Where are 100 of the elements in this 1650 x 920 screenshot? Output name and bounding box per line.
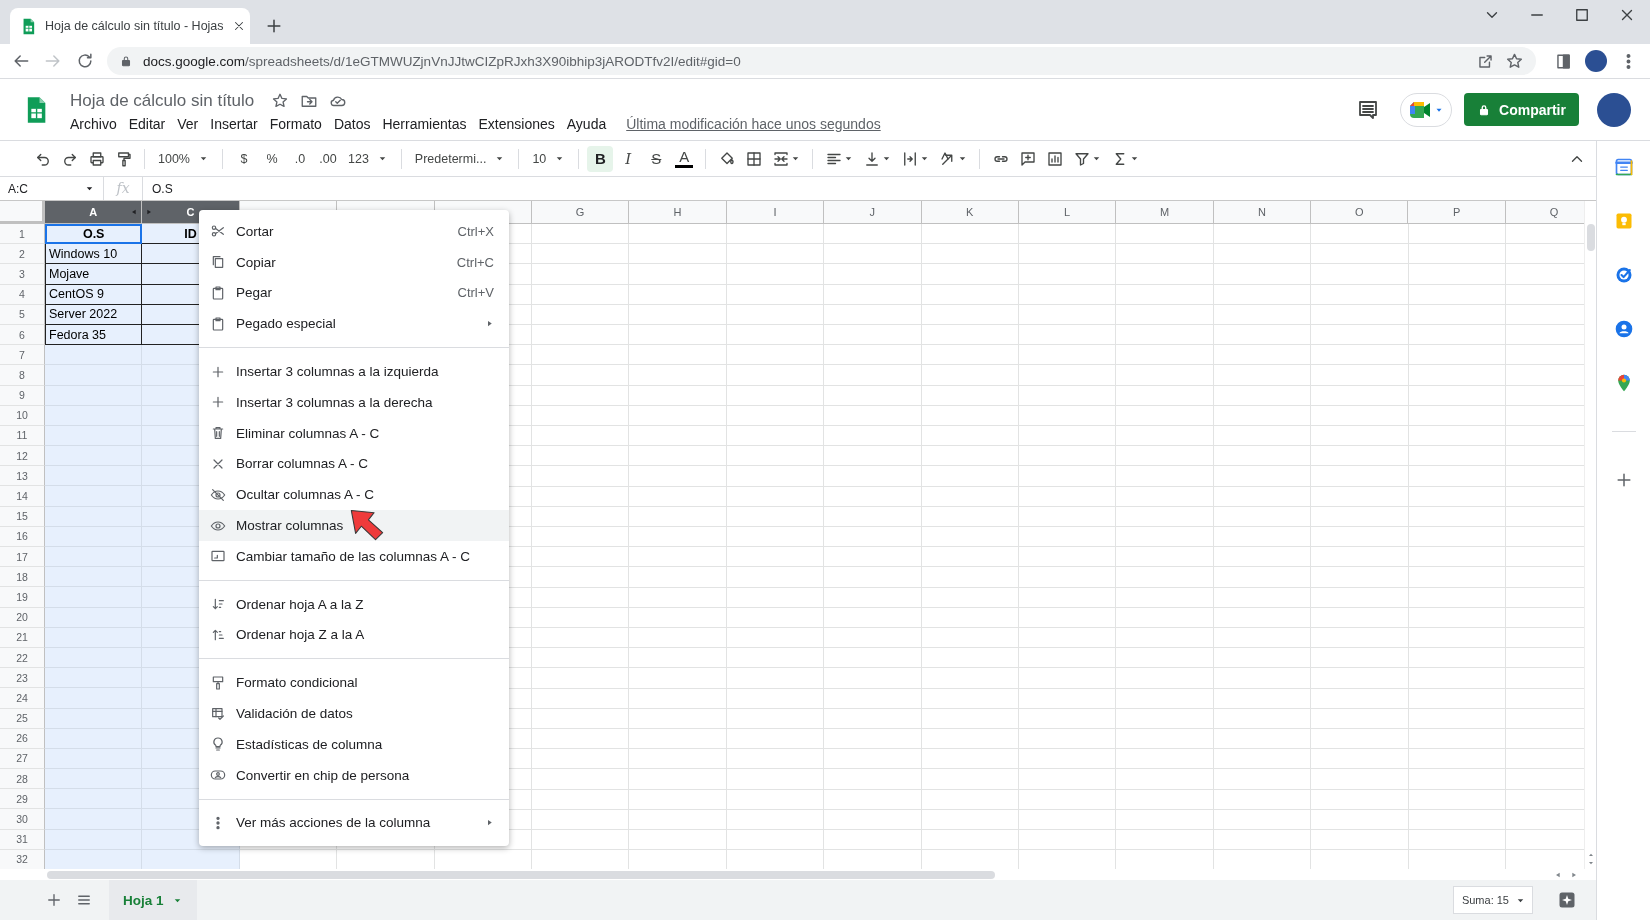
menu-bar-item[interactable]: Datos	[333, 116, 371, 132]
menu-item[interactable]: Cambiar tamaño de las columnas A - C	[199, 540, 509, 572]
row-number[interactable]: 17	[0, 547, 45, 568]
share-button[interactable]: Compartir	[1464, 93, 1579, 126]
last-edit-link[interactable]: Última modificación hace unos segundos	[626, 116, 881, 132]
explore-icon[interactable]	[1557, 890, 1577, 910]
menu-item[interactable]: Estadísticas de columna	[199, 728, 509, 760]
row-number[interactable]: 23	[0, 668, 45, 689]
dropdown-button[interactable]: Predetermi...	[408, 145, 512, 172]
row-number[interactable]: 18	[0, 567, 45, 588]
row-number[interactable]: 22	[0, 647, 45, 669]
row-number[interactable]: 21	[0, 627, 45, 648]
row-number[interactable]: 19	[0, 587, 45, 608]
add-comment-icon[interactable]	[1018, 149, 1037, 168]
row-number[interactable]: 1	[0, 224, 45, 245]
row-number[interactable]: 14	[0, 486, 45, 507]
column-header[interactable]: Q	[1505, 201, 1584, 224]
menu-bar-item[interactable]: Ver	[177, 116, 199, 132]
row-number[interactable]: 24	[0, 688, 45, 709]
column-header[interactable]: A	[45, 201, 143, 224]
borders-icon[interactable]	[744, 149, 763, 168]
text-color-button[interactable]: A	[671, 145, 698, 172]
bold-button[interactable]: B	[587, 145, 614, 172]
menu-bar-item[interactable]: Herramientas	[382, 116, 467, 132]
menu-item[interactable]: Pegado especial	[199, 308, 509, 340]
row-number[interactable]: 9	[0, 385, 45, 406]
menu-item[interactable]: Formato condicional	[199, 667, 509, 699]
menu-bar-item[interactable]: Ayuda	[566, 116, 607, 132]
dropdown-button[interactable]: 10	[526, 145, 572, 172]
row-number[interactable]: 28	[0, 769, 45, 790]
column-header[interactable]: H	[629, 201, 727, 224]
row-number[interactable]: 13	[0, 466, 45, 487]
side-panel-icon[interactable]	[1554, 51, 1573, 71]
menu-item[interactable]: Convertir en chip de persona	[199, 759, 509, 791]
column-header[interactable]: G	[531, 201, 630, 224]
row-number[interactable]: 12	[0, 446, 45, 467]
menu-bar-item[interactable]: Formato	[269, 116, 322, 132]
row-number[interactable]: 20	[0, 607, 45, 628]
column-header[interactable]: M	[1116, 201, 1214, 224]
row-number[interactable]: 10	[0, 405, 45, 426]
row-number[interactable]: 7	[0, 345, 45, 366]
menu-bar-item[interactable]: Extensiones	[478, 116, 555, 132]
account-avatar[interactable]	[1597, 92, 1631, 127]
row-number[interactable]: 26	[0, 728, 45, 749]
maximize-icon[interactable]	[1573, 6, 1591, 24]
format-button[interactable]: $	[231, 145, 257, 172]
add-sheet-icon[interactable]	[45, 891, 63, 909]
chart-icon[interactable]	[1045, 149, 1064, 168]
dropdown-button[interactable]: 123	[342, 145, 394, 172]
sheet-tab[interactable]: Hoja 1	[109, 880, 197, 920]
row-number[interactable]: 5	[0, 304, 45, 325]
row-number[interactable]: 15	[0, 506, 45, 527]
star-icon[interactable]	[271, 92, 290, 110]
format-button[interactable]: %	[259, 145, 285, 172]
profile-avatar[interactable]	[1585, 50, 1607, 72]
row-number[interactable]: 25	[0, 708, 45, 729]
document-title[interactable]: Hoja de cálculo sin título	[70, 91, 255, 111]
menu-item[interactable]: Mostrar columnas	[199, 510, 509, 541]
row-number[interactable]: 2	[0, 244, 45, 265]
column-header[interactable]: K	[921, 201, 1019, 224]
strikethrough-button[interactable]: S	[643, 145, 670, 172]
sum-dropdown[interactable]: Suma: 15	[1452, 886, 1533, 914]
row-number[interactable]: 6	[0, 324, 45, 346]
row-number[interactable]: 4	[0, 284, 45, 305]
menu-item[interactable]: Insertar 3 columnas a la derecha	[199, 387, 509, 418]
menu-item[interactable]: Insertar 3 columnas a la izquierda	[199, 356, 509, 387]
italic-button[interactable]: I	[615, 145, 642, 172]
calendar-icon[interactable]	[1613, 157, 1634, 177]
formula-field[interactable]: O.S	[143, 181, 173, 196]
menu-item[interactable]: Ordenar hoja A a la Z	[199, 588, 509, 620]
row-number[interactable]: 30	[0, 809, 45, 830]
browser-tab[interactable]: Hoja de cálculo sin título - Hojas	[10, 8, 250, 44]
address-bar[interactable]: docs.google.com/spreadsheets/d/1eGTMWUZjnVnJJtwCIZpRJxh3X90ibhip3jARODTfv2I/edit#gid=0	[107, 47, 1536, 75]
column-header[interactable]: P	[1408, 201, 1506, 224]
row-number[interactable]: 3	[0, 264, 45, 285]
menu-item[interactable]: Ver más acciones de la columna	[199, 807, 509, 839]
scroll-down-icon[interactable]	[1586, 859, 1595, 867]
menu-item[interactable]: Eliminar columnas A - C	[199, 417, 509, 449]
menu-bar-item[interactable]: Editar	[128, 116, 166, 132]
column-header[interactable]: I	[726, 201, 825, 224]
menu-item[interactable]: Copiar Ctrl+C	[199, 246, 509, 278]
scroll-up-icon[interactable]	[1586, 851, 1595, 859]
scrollbar[interactable]	[1586, 224, 1595, 251]
column-header[interactable]: O	[1311, 201, 1409, 224]
format-button[interactable]: .0	[287, 145, 313, 172]
menu-bar-item[interactable]: Insertar	[210, 116, 258, 132]
column-header[interactable]: L	[1018, 201, 1117, 224]
row-number[interactable]: 16	[0, 526, 45, 547]
row-number[interactable]: 11	[0, 425, 45, 447]
format-button[interactable]: .00	[315, 145, 341, 172]
contact-icon[interactable]	[1613, 319, 1634, 339]
menu-item[interactable]: Validación de datos	[199, 698, 509, 729]
scrollbar[interactable]	[47, 870, 995, 879]
print-icon[interactable]	[87, 149, 106, 168]
menu-item[interactable]: Ordenar hoja Z a la A	[199, 619, 509, 651]
column-header[interactable]: J	[824, 201, 922, 224]
row-number[interactable]: 31	[0, 829, 45, 850]
menu-bar-item[interactable]: Archivo	[70, 116, 117, 132]
menu-item[interactable]: Pegar Ctrl+V	[199, 277, 509, 309]
dropdown-button[interactable]: 100%	[152, 145, 215, 172]
